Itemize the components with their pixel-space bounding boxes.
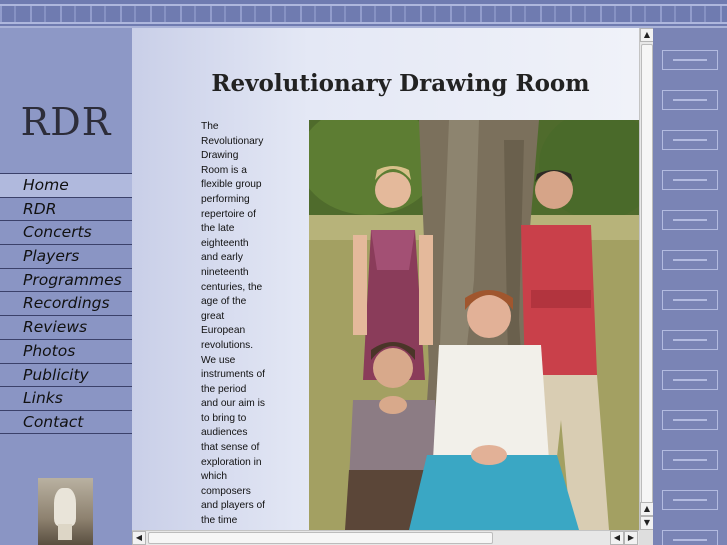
nav-item-photos[interactable]: Photos (0, 338, 132, 363)
nav-item-concerts[interactable]: Concerts (0, 220, 132, 244)
ornament-icon (662, 370, 718, 390)
ornament-icon (662, 530, 718, 545)
nav-item-contact[interactable]: Contact (0, 409, 132, 434)
scroll-left-icon[interactable]: ◀ (610, 531, 624, 545)
ornament-icon (662, 330, 718, 350)
ornament-icon (662, 410, 718, 430)
page-title: Revolutionary Drawing Room (211, 70, 590, 97)
ornament-icon (662, 210, 718, 230)
scroll-right-icon[interactable]: ▶ (624, 531, 638, 545)
intro-text: The Revolutionary Drawing Room is a flex… (201, 121, 265, 527)
nav-item-publicity[interactable]: Publicity (0, 362, 132, 387)
scroll-left-icon[interactable]: ◀ (132, 531, 146, 545)
main-content: Revolutionary Drawing Room The Revolutio… (132, 28, 639, 530)
ornament-icon (662, 170, 718, 190)
ornament-icon (662, 90, 718, 110)
main-nav: Home RDR Concerts Players Programmes Rec… (0, 173, 132, 434)
nav-item-home[interactable]: Home (0, 173, 132, 197)
ornament-icon (662, 130, 718, 150)
vertical-scroll-thumb[interactable] (641, 44, 653, 514)
ornament-icon (662, 250, 718, 270)
nav-item-programmes[interactable]: Programmes (0, 267, 132, 292)
ornament-icon (662, 290, 718, 310)
ornament-icon (662, 490, 718, 510)
nav-item-reviews[interactable]: Reviews (0, 315, 132, 339)
scroll-up-icon[interactable]: ▲ (640, 28, 654, 42)
site-logo[interactable]: RDR (0, 100, 132, 144)
scroll-down-icon[interactable]: ▼ (640, 516, 654, 530)
group-photo (309, 120, 639, 530)
nav-item-rdr[interactable]: RDR (0, 196, 132, 221)
vertical-scrollbar[interactable]: ▲ ▲ ▼ (639, 28, 654, 530)
scroll-up-icon[interactable]: ▲ (640, 502, 654, 516)
horizontal-scroll-thumb[interactable] (148, 532, 493, 544)
nav-item-links[interactable]: Links (0, 386, 132, 410)
nav-item-recordings[interactable]: Recordings (0, 291, 132, 315)
logo-area: RDR (0, 28, 132, 173)
scroll-corner (639, 530, 653, 545)
ornament-icon (662, 50, 718, 70)
vase-photo-icon (38, 478, 93, 545)
sidebar: RDR Home RDR Concerts Players Programmes… (0, 28, 132, 545)
ornament-icon (662, 450, 718, 470)
top-decorative-band (0, 0, 727, 28)
horizontal-scrollbar[interactable]: ◀ ◀ ▶ (132, 530, 639, 545)
right-decorative-column (653, 28, 727, 545)
nav-item-players[interactable]: Players (0, 244, 132, 268)
